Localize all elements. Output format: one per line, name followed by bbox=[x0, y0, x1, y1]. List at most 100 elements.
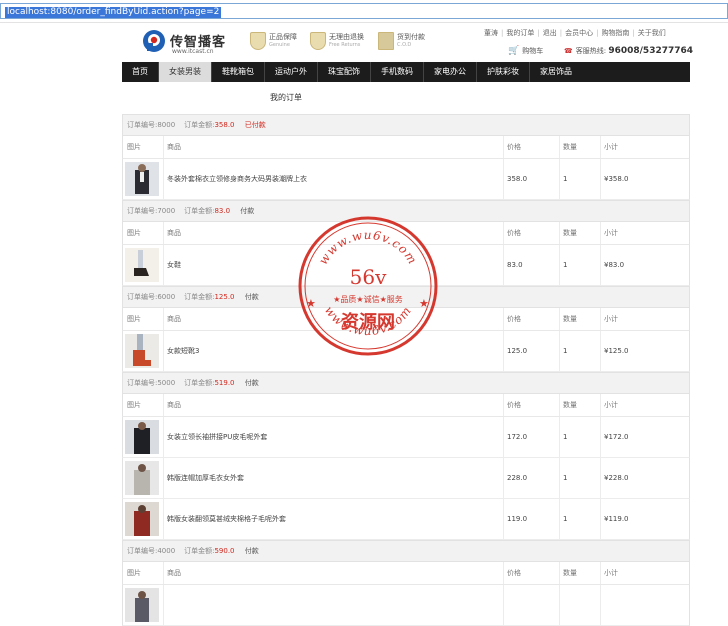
star-icon: ★ bbox=[306, 297, 316, 310]
order-id: 订单编号:7000 bbox=[127, 207, 176, 215]
url-text[interactable]: localhost:8080/order_findByUid.action?pa… bbox=[5, 7, 222, 18]
cart-label: 购物车 bbox=[522, 47, 544, 55]
table-row bbox=[122, 585, 690, 626]
product-name[interactable]: 韩版连帽加厚毛衣女外套 bbox=[167, 458, 244, 498]
nav-item-appliances[interactable]: 家电办公 bbox=[424, 62, 477, 82]
col-subtotal-header: 小计 bbox=[604, 143, 618, 151]
site-logo[interactable]: 传智播客 www.itcast.cn bbox=[142, 29, 252, 59]
col-price-header: 价格 bbox=[507, 401, 521, 409]
separator: | bbox=[596, 29, 599, 37]
watermark-tagline: ★品质★诚信★服务 bbox=[333, 294, 403, 304]
product-price: 125.0 bbox=[507, 347, 528, 355]
product-subtotal: ¥125.0 bbox=[604, 347, 629, 355]
shopping-guide-link[interactable]: 购物指南 bbox=[601, 29, 629, 37]
product-name[interactable]: 女装立领长袖拼接PU皮毛呢外套 bbox=[167, 417, 267, 457]
order-id: 订单编号:4000 bbox=[127, 547, 176, 555]
table-header-row: 图片 商品 价格 数量 小计 bbox=[122, 394, 690, 417]
nav-item-home[interactable]: 首页 bbox=[122, 62, 159, 82]
nav-item-home-decor[interactable]: 家居饰品 bbox=[530, 62, 582, 82]
badge-sub: Free Returns bbox=[329, 42, 361, 48]
table-row: 韩版连帽加厚毛衣女外套 228.0 1 ¥228.0 bbox=[122, 458, 690, 499]
url-input[interactable]: localhost:8080/order_findByUid.action?pa… bbox=[0, 3, 728, 19]
main-nav: 首页 女装男装 鞋靴箱包 运动户外 珠宝配饰 手机数码 家电办公 护肤彩妆 家居… bbox=[122, 62, 690, 82]
order-status: 已付款 bbox=[244, 121, 266, 129]
shield-icon bbox=[310, 32, 326, 50]
product-qty: 1 bbox=[563, 515, 568, 523]
order-amount-label: 订单金额: bbox=[184, 547, 215, 555]
product-image[interactable] bbox=[125, 248, 159, 282]
col-price-header: 价格 bbox=[507, 315, 521, 323]
col-qty-header: 数量 bbox=[563, 401, 577, 409]
col-image-header: 图片 bbox=[127, 569, 141, 577]
cart-link[interactable]: 🛒 购物车 bbox=[508, 46, 543, 56]
order-amount-label: 订单金额: bbox=[184, 207, 215, 215]
cart-icon: 🛒 bbox=[508, 46, 520, 56]
product-price: 119.0 bbox=[507, 515, 528, 523]
product-subtotal: ¥358.0 bbox=[604, 175, 629, 183]
order-amount-label: 订单金额: bbox=[184, 293, 215, 301]
product-image[interactable] bbox=[125, 461, 159, 495]
shield-icon bbox=[250, 32, 266, 50]
product-name[interactable]: 女鞋 bbox=[167, 245, 181, 285]
product-name[interactable]: 韩版女装翻领莫甚绒夹棉格子毛呢外套 bbox=[167, 499, 286, 539]
box-icon bbox=[378, 32, 394, 50]
watermark-stamp: www.wu6v.com 56v ★品质★诚信★服务 资源网 www.wu6v.… bbox=[298, 216, 438, 356]
nav-item-sports[interactable]: 运动户外 bbox=[265, 62, 318, 82]
separator: | bbox=[537, 29, 540, 37]
col-subtotal-header: 小计 bbox=[604, 229, 618, 237]
order-pay-link[interactable]: 付款 bbox=[245, 547, 259, 555]
order-summary: 订单编号:4000 订单金额:590.0 付款 bbox=[122, 540, 690, 562]
col-subtotal-header: 小计 bbox=[604, 401, 618, 409]
col-image-header: 图片 bbox=[127, 143, 141, 151]
product-name[interactable]: 女款短靴3 bbox=[167, 331, 199, 371]
order-amount: 125.0 bbox=[214, 293, 235, 301]
order-pay-link[interactable]: 付款 bbox=[245, 379, 259, 387]
badge-title: 正品保障 bbox=[269, 33, 297, 41]
separator: | bbox=[632, 29, 635, 37]
nav-item-cosmetics[interactable]: 护肤彩妆 bbox=[477, 62, 530, 82]
orders-table: 订单编号:8000 订单金额:358.0 已付款 图片 商品 价格 数量 小计 … bbox=[122, 114, 690, 626]
member-center-link[interactable]: 会员中心 bbox=[565, 29, 593, 37]
user-link[interactable]: 董涛 bbox=[484, 29, 498, 37]
logout-link[interactable]: 退出 bbox=[543, 29, 557, 37]
order-amount-label: 订单金额: bbox=[184, 379, 215, 387]
table-header-row: 图片 商品 价格 数量 小计 bbox=[122, 562, 690, 585]
product-image[interactable] bbox=[125, 162, 159, 196]
order-amount: 83.0 bbox=[214, 207, 231, 215]
my-orders-link[interactable]: 我的订单 bbox=[506, 29, 534, 37]
product-qty: 1 bbox=[563, 175, 568, 183]
order-summary: 订单编号:8000 订单金额:358.0 已付款 bbox=[122, 114, 690, 136]
col-subtotal-header: 小计 bbox=[604, 315, 618, 323]
star-icon: ★ bbox=[419, 297, 429, 310]
nav-item-shoes-bags[interactable]: 鞋靴箱包 bbox=[212, 62, 265, 82]
nav-item-jewelry[interactable]: 珠宝配饰 bbox=[318, 62, 371, 82]
product-name[interactable]: 冬装外套棉衣立领修身商务大码男装潮牌上衣 bbox=[167, 159, 307, 199]
product-price: 172.0 bbox=[507, 433, 528, 441]
about-us-link[interactable]: 关于我们 bbox=[638, 29, 666, 37]
order-pay-link[interactable]: 付款 bbox=[245, 293, 259, 301]
product-image[interactable] bbox=[125, 420, 159, 454]
nav-item-digital[interactable]: 手机数码 bbox=[371, 62, 424, 82]
hotline: ☎ 客服热线: 96008/53277764 bbox=[564, 46, 693, 56]
product-qty: 1 bbox=[563, 433, 568, 441]
product-subtotal: ¥119.0 bbox=[604, 515, 629, 523]
product-subtotal: ¥228.0 bbox=[604, 474, 629, 482]
col-image-header: 图片 bbox=[127, 315, 141, 323]
separator: | bbox=[559, 29, 563, 37]
col-product-header: 商品 bbox=[167, 143, 181, 151]
table-row: 女装立领长袖拼接PU皮毛呢外套 172.0 1 ¥172.0 bbox=[122, 417, 690, 458]
product-image[interactable] bbox=[125, 502, 159, 536]
col-price-header: 价格 bbox=[507, 229, 521, 237]
nav-item-clothing[interactable]: 女装男装 bbox=[159, 62, 212, 82]
col-image-header: 图片 bbox=[127, 229, 141, 237]
order-pay-link[interactable]: 付款 bbox=[240, 207, 254, 215]
col-qty-header: 数量 bbox=[563, 143, 577, 151]
product-image[interactable] bbox=[125, 588, 159, 622]
col-subtotal-header: 小计 bbox=[604, 569, 618, 577]
col-qty-header: 数量 bbox=[563, 315, 577, 323]
product-image[interactable] bbox=[125, 334, 159, 368]
col-qty-header: 数量 bbox=[563, 229, 577, 237]
badge-sub: C.O.D bbox=[397, 42, 412, 48]
table-header-row: 图片 商品 价格 数量 小计 bbox=[122, 136, 690, 159]
product-subtotal: ¥172.0 bbox=[604, 433, 629, 441]
